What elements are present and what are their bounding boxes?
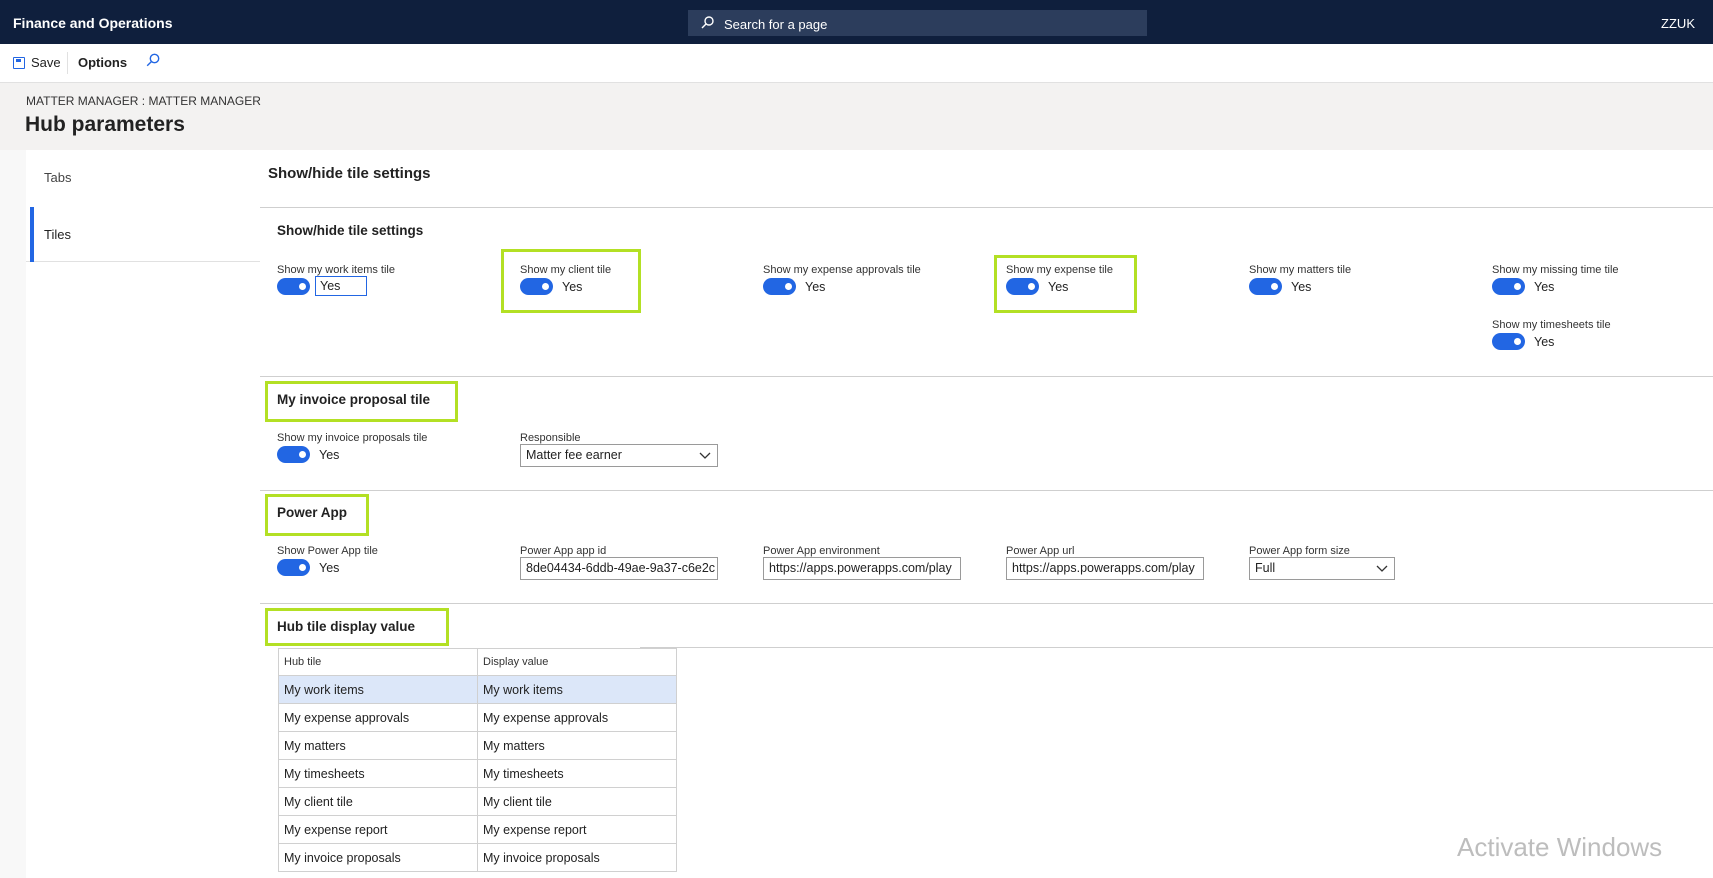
grid-cell[interactable]: My timesheets [477, 759, 677, 788]
toolbar-divider [67, 52, 68, 74]
grid-cell[interactable]: My expense approvals [477, 703, 677, 732]
form-size-select[interactable]: Full [1249, 557, 1395, 580]
toggle-value: Yes [1534, 335, 1555, 349]
page-header: MATTER MANAGER : MATTER MANAGER Hub para… [0, 83, 1713, 150]
toggle-value: Yes [315, 276, 367, 296]
divider [640, 647, 1713, 648]
grid-cell[interactable]: My work items [278, 675, 478, 704]
chevron-down-icon [1376, 562, 1388, 576]
toggle-invoice-proposals[interactable] [277, 446, 310, 463]
grid-cell[interactable]: My work items [477, 675, 677, 704]
divider [260, 490, 1713, 491]
highlight-box [994, 255, 1137, 313]
toggle-expense-approvals[interactable] [763, 278, 796, 295]
field-label: Power App environment [763, 545, 880, 557]
field-label: Show Power App tile [277, 545, 378, 557]
grid-cell[interactable]: My client tile [278, 787, 478, 816]
toggle-value: Yes [1534, 280, 1555, 294]
grid-cell[interactable]: My invoice proposals [278, 843, 478, 872]
vertical-tabs: Tabs Tiles [26, 150, 260, 878]
top-bar: Finance and Operations Search for a page… [0, 0, 1713, 44]
table-row[interactable]: My client tile My client tile [278, 787, 677, 816]
grid-cell[interactable]: My matters [477, 731, 677, 760]
nav-item-tiles[interactable]: Tiles [26, 207, 260, 262]
save-icon [13, 57, 25, 69]
save-button[interactable]: Save [13, 55, 61, 70]
save-label: Save [31, 55, 61, 70]
powerapp-id-input[interactable]: 8de04434-6ddb-49ae-9a37-c6e2c [520, 557, 718, 580]
page-title: Hub parameters [25, 113, 185, 136]
field-label: Show my expense approvals tile [763, 264, 921, 276]
toggle-value: Yes [319, 561, 340, 575]
selected-indicator [30, 207, 34, 262]
activate-windows-watermark: Activate Windows [1457, 832, 1663, 862]
select-value: Full [1255, 561, 1276, 575]
grid-cell[interactable]: My matters [278, 731, 478, 760]
nav-item-label: Tabs [44, 170, 72, 185]
field-label: Responsible [520, 432, 581, 444]
search-placeholder: Search for a page [724, 17, 828, 32]
field-label: Power App app id [520, 545, 607, 557]
select-value: Matter fee earner [526, 448, 622, 462]
breadcrumb: MATTER MANAGER : MATTER MANAGER [26, 94, 261, 108]
toggle-value: Yes [805, 280, 826, 294]
nav-item-tabs[interactable]: Tabs [26, 150, 260, 205]
field-label: Power App url [1006, 545, 1075, 557]
nav-item-label: Tiles [44, 227, 71, 242]
content-title: Show/hide tile settings [268, 165, 431, 182]
toggle-value: Yes [319, 448, 340, 462]
field-label: Show my timesheets tile [1492, 319, 1611, 331]
divider [260, 376, 1713, 377]
chevron-down-icon [699, 449, 711, 463]
display-value-grid: Hub tile Display value My work items My w… [278, 648, 677, 872]
grid-cell[interactable]: My invoice proposals [477, 843, 677, 872]
toggle-powerapp[interactable] [277, 559, 310, 576]
highlight-box [501, 249, 641, 313]
responsible-select[interactable]: Matter fee earner [520, 444, 718, 467]
field-label: Power App form size [1249, 545, 1350, 557]
page-search-box[interactable]: Search for a page [688, 10, 1147, 36]
toggle-timesheets[interactable] [1492, 333, 1525, 350]
column-header[interactable]: Display value [477, 648, 677, 676]
toggle-value: Yes [1291, 280, 1312, 294]
powerapp-env-input[interactable]: https://apps.powerapps.com/play [763, 557, 961, 580]
main-content: Show/hide tile settings Show/hide tile s… [260, 150, 1713, 878]
action-pane: Save Options [0, 44, 1713, 83]
divider [260, 603, 1713, 604]
field-label: Show my matters tile [1249, 264, 1352, 276]
table-row[interactable]: My work items My work items [278, 675, 677, 704]
toggle-work-items[interactable] [277, 278, 310, 295]
divider [260, 207, 1713, 208]
find-icon[interactable] [146, 53, 160, 70]
toggle-missing-time[interactable] [1492, 278, 1525, 295]
grid-cell[interactable]: My expense report [278, 815, 478, 844]
section-title-showhide[interactable]: Show/hide tile settings [277, 223, 423, 238]
field-label: Show my missing time tile [1492, 264, 1619, 276]
table-row[interactable]: My timesheets My timesheets [278, 759, 677, 788]
table-row[interactable]: My matters My matters [278, 731, 677, 760]
column-header[interactable]: Hub tile [278, 648, 478, 676]
user-company[interactable]: ZZUK [1661, 16, 1695, 31]
table-row[interactable]: My invoice proposals My invoice proposals [278, 843, 677, 872]
highlight-box [265, 608, 449, 646]
grid-cell[interactable]: My timesheets [278, 759, 478, 788]
highlight-box [265, 494, 369, 536]
field-label: Show my invoice proposals tile [277, 432, 428, 444]
table-row[interactable]: My expense report My expense report [278, 815, 677, 844]
field-label: Show my work items tile [277, 264, 395, 276]
highlight-box [265, 381, 458, 422]
grid-cell[interactable]: My expense approvals [278, 703, 478, 732]
options-button[interactable]: Options [78, 55, 127, 70]
search-icon [701, 16, 714, 32]
toggle-matters-tile[interactable] [1249, 278, 1282, 295]
grid-cell[interactable]: My client tile [477, 787, 677, 816]
table-row[interactable]: My expense approvals My expense approvals [278, 703, 677, 732]
app-title[interactable]: Finance and Operations [13, 15, 172, 31]
grid-cell[interactable]: My expense report [477, 815, 677, 844]
powerapp-url-input[interactable]: https://apps.powerapps.com/play [1006, 557, 1204, 580]
